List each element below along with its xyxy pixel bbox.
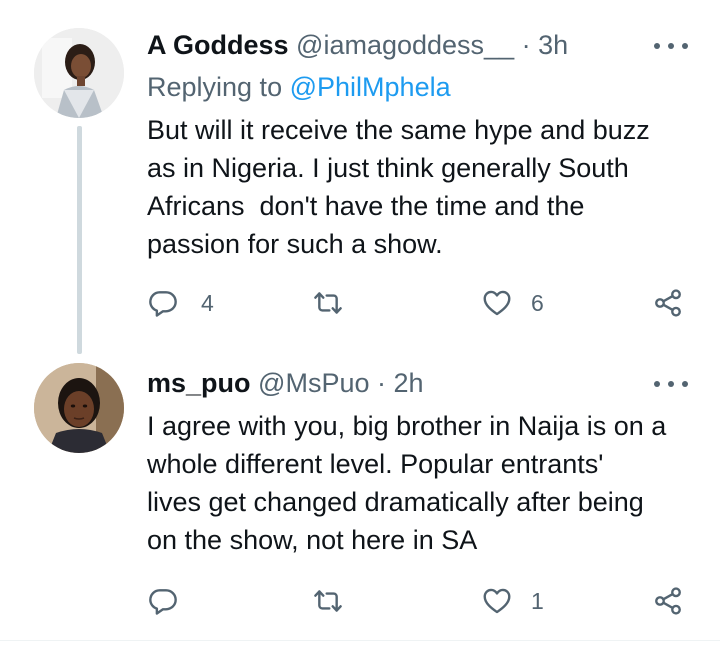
display-name[interactable]: ms_puo <box>147 368 251 398</box>
avatar[interactable] <box>34 363 124 453</box>
tweet-text-line: lives get changed dramatically after bei… <box>147 487 644 517</box>
reply-icon <box>149 291 177 317</box>
mention-link[interactable]: @PhilMphela <box>290 72 451 102</box>
retweet-icon <box>314 590 342 612</box>
tweet-text-line: on the show, not here in SA <box>147 525 478 555</box>
replying-to: Replying to @PhilMphela <box>147 70 451 104</box>
retweet-icon <box>314 292 342 314</box>
like-button[interactable]: 1 <box>481 581 544 621</box>
tweet-text-line: Africans don't have the time and the <box>147 191 585 221</box>
more-icon[interactable] <box>654 36 688 56</box>
tweet-header: A Goddess @iamagoddess__ · 3h <box>147 28 568 62</box>
reply-button[interactable]: 4 <box>147 283 214 323</box>
display-name[interactable]: A Goddess <box>147 30 289 60</box>
action-bar: 4 6 <box>147 283 692 323</box>
tweet-text-line: passion for such a show. <box>147 229 443 259</box>
tweet[interactable]: ms_puo @MsPuo · 2h I agree with you, big… <box>0 345 720 640</box>
tweet-text-line: as in Nigeria. I just think generally So… <box>147 153 629 183</box>
username[interactable]: @iamagoddess__ <box>296 30 514 60</box>
separator-dot: · <box>521 30 531 60</box>
avatar[interactable] <box>34 28 124 118</box>
more-icon[interactable] <box>654 374 688 394</box>
heart-icon <box>483 588 511 614</box>
like-count: 1 <box>531 587 544 614</box>
replying-to-label: Replying to <box>147 72 283 102</box>
retweet-button[interactable] <box>312 581 366 621</box>
tweet-text-line: I agree with you, big brother in Naija i… <box>147 411 667 441</box>
timestamp[interactable]: 3h <box>538 30 568 60</box>
separator-dot: · <box>377 368 387 398</box>
retweet-button[interactable] <box>312 283 366 323</box>
reply-count: 4 <box>201 289 214 316</box>
share-icon <box>655 587 681 615</box>
reply-button[interactable] <box>147 581 201 621</box>
username[interactable]: @MsPuo <box>258 368 369 398</box>
tweet-text: I agree with you, big brother in Naija i… <box>147 407 692 559</box>
reply-icon <box>149 589 177 615</box>
thread-line <box>77 126 82 354</box>
share-button[interactable] <box>652 581 684 621</box>
avatar-photo <box>34 363 124 453</box>
divider <box>0 640 720 641</box>
like-count: 6 <box>531 289 544 316</box>
tweet-header: ms_puo @MsPuo · 2h <box>147 366 424 400</box>
share-button[interactable] <box>652 283 684 323</box>
tweet-text: But will it receive the same hype and bu… <box>147 111 692 263</box>
heart-icon <box>483 290 511 316</box>
share-icon <box>655 289 681 317</box>
like-button[interactable]: 6 <box>481 283 544 323</box>
avatar-photo <box>34 28 124 118</box>
tweet-text-line: whole different level. Popular entrants' <box>147 449 604 479</box>
tweet[interactable]: A Goddess @iamagoddess__ · 3h Replying t… <box>0 0 720 354</box>
tweet-text-line: But will it receive the same hype and bu… <box>147 115 650 145</box>
timestamp[interactable]: 2h <box>394 368 424 398</box>
action-bar: 1 <box>147 581 692 621</box>
